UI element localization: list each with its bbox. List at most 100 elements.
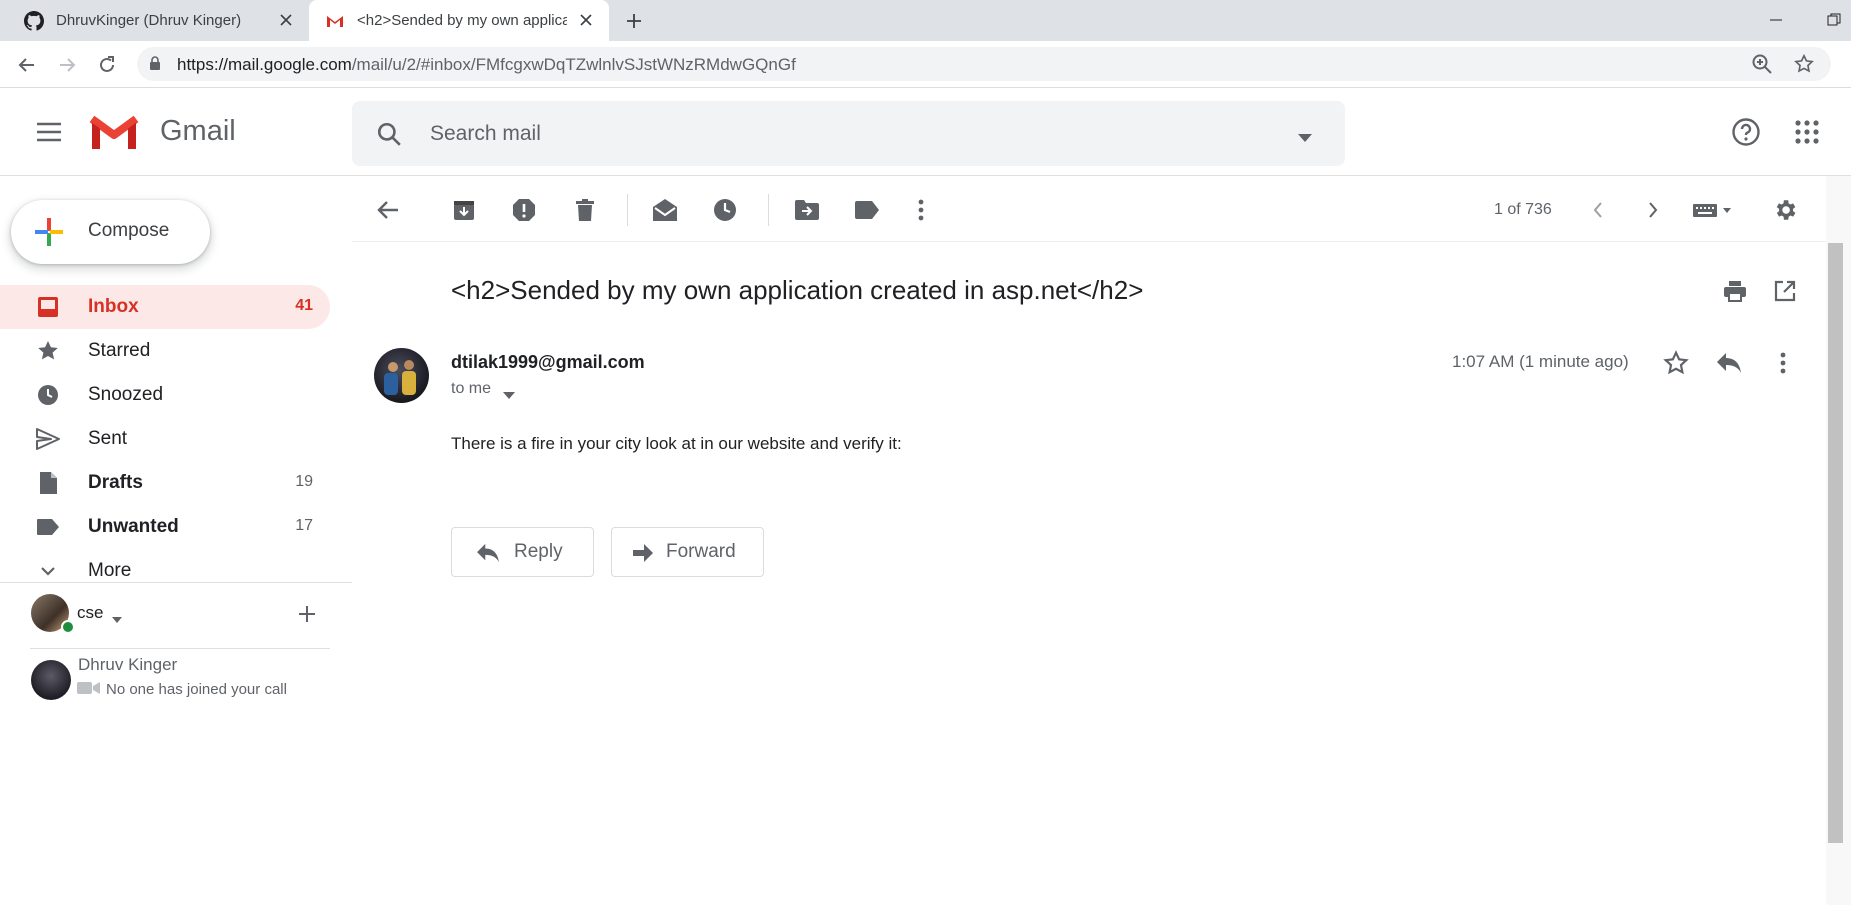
lock-icon <box>149 56 161 76</box>
sidebar-nav: Inbox 41 Starred Snoozed Sent Drafts 19 … <box>0 285 330 593</box>
label-as-icon[interactable] <box>853 196 881 224</box>
compose-button[interactable]: Compose <box>11 200 210 264</box>
gmail-wordmark[interactable]: Gmail <box>160 115 236 148</box>
move-to-icon[interactable] <box>793 196 821 224</box>
show-details-caret-icon[interactable] <box>503 386 515 404</box>
main-menu-icon[interactable] <box>34 119 64 145</box>
toolbar-divider <box>627 194 628 226</box>
tab-title: <h2>Sended by my own application created… <box>357 12 567 29</box>
url-text: https://mail.google.com/mail/u/2/#inbox/… <box>177 55 796 75</box>
close-tab-icon[interactable] <box>577 11 595 29</box>
search-bar[interactable] <box>352 101 1345 166</box>
back-to-inbox-icon[interactable] <box>374 196 402 224</box>
older-chevron-icon[interactable] <box>1639 196 1667 224</box>
new-tab-icon[interactable] <box>622 9 646 33</box>
browser-tab-bar: DhruvKinger (Dhruv Kinger) <h2>Sended by… <box>0 0 1851 41</box>
back-arrow-icon[interactable] <box>13 51 41 79</box>
search-options-caret-icon[interactable] <box>1298 129 1312 147</box>
address-bar-row: https://mail.google.com/mail/u/2/#inbox/… <box>0 41 1851 88</box>
forward-button[interactable]: Forward <box>611 527 764 577</box>
forward-label: Forward <box>666 541 736 562</box>
reply-icon[interactable] <box>1715 349 1743 377</box>
sidebar-item-snoozed[interactable]: Snoozed <box>0 373 330 417</box>
zoom-icon[interactable] <box>1751 53 1773 75</box>
chevron-down-icon <box>36 559 60 583</box>
compose-plus-icon <box>33 216 65 248</box>
compose-label: Compose <box>88 220 170 241</box>
scrollbar-thumb[interactable] <box>1828 243 1843 843</box>
forward-arrow-icon[interactable] <box>53 51 81 79</box>
gmail-icon <box>325 11 345 31</box>
star-icon <box>36 339 60 363</box>
report-spam-icon[interactable] <box>510 196 538 224</box>
minimize-icon[interactable] <box>1764 8 1788 32</box>
gmail-header: Gmail <box>0 89 1851 176</box>
browser-tab-gmail[interactable]: <h2>Sended by my own application created… <box>309 0 609 41</box>
sidebar-item-label: Inbox <box>88 296 139 317</box>
delete-icon[interactable] <box>571 196 599 224</box>
more-actions-icon[interactable] <box>907 196 935 224</box>
open-in-new-window-icon[interactable] <box>1772 278 1798 304</box>
hangouts-user-name[interactable]: cse <box>77 603 103 623</box>
draft-count: 19 <box>295 473 313 490</box>
add-contact-icon[interactable] <box>297 604 317 624</box>
url-field[interactable]: https://mail.google.com/mail/u/2/#inbox/… <box>137 47 1831 81</box>
input-tools-keyboard-icon[interactable] <box>1689 196 1739 224</box>
reply-icon <box>476 543 500 569</box>
label-count: 17 <box>295 517 313 534</box>
sidebar-item-drafts[interactable]: Drafts 19 <box>0 461 330 505</box>
sidebar-item-starred[interactable]: Starred <box>0 329 330 373</box>
recipient-text: to me <box>451 380 492 397</box>
toolbar-divider <box>768 194 769 226</box>
settings-gear-icon[interactable] <box>1771 196 1799 224</box>
send-icon <box>36 427 60 451</box>
archive-icon[interactable] <box>450 196 478 224</box>
sidebar-item-sent[interactable]: Sent <box>0 417 330 461</box>
sender-avatar[interactable] <box>374 348 429 403</box>
newer-chevron-icon[interactable] <box>1584 196 1612 224</box>
help-icon[interactable] <box>1729 115 1763 149</box>
sender-email[interactable]: dtilak1999@gmail.com <box>451 352 645 373</box>
mark-unread-icon[interactable] <box>651 196 679 224</box>
sidebar-item-label: Unwanted <box>88 516 179 537</box>
bookmark-star-icon[interactable] <box>1793 53 1815 75</box>
url-path: /mail/u/2/#inbox/FMfcgxwDqTZwlnlvSJstWNz… <box>351 55 796 74</box>
browser-tab-github[interactable]: DhruvKinger (Dhruv Kinger) <box>0 0 309 41</box>
contact-avatar[interactable] <box>31 660 71 700</box>
forward-icon <box>632 543 654 569</box>
sidebar-item-label: Drafts <box>88 472 143 493</box>
print-icon[interactable] <box>1722 278 1748 304</box>
reply-button[interactable]: Reply <box>451 527 594 577</box>
contact-name[interactable]: Dhruv Kinger <box>78 655 177 675</box>
sidebar-item-unwanted[interactable]: Unwanted 17 <box>0 505 330 549</box>
reload-icon[interactable] <box>93 51 121 79</box>
url-host: https://mail.google.com <box>177 55 352 74</box>
status-caret-icon[interactable] <box>112 610 122 628</box>
snooze-icon[interactable] <box>711 196 739 224</box>
email-body: There is a fire in your city look at in … <box>451 434 902 453</box>
sidebar-item-more[interactable]: More <box>0 549 330 593</box>
sidebar-item-label: Snoozed <box>88 384 164 405</box>
search-input[interactable] <box>430 117 1230 151</box>
draft-file-icon <box>36 471 60 495</box>
apps-grid-icon[interactable] <box>1790 115 1824 149</box>
search-icon[interactable] <box>376 121 402 152</box>
video-camera-icon <box>77 681 101 700</box>
unread-count: 41 <box>295 297 313 314</box>
clock-icon <box>36 383 60 407</box>
tab-title: DhruvKinger (Dhruv Kinger) <box>56 12 242 29</box>
close-tab-icon[interactable] <box>277 11 295 29</box>
message-more-icon[interactable] <box>1769 349 1797 377</box>
sidebar-item-label: More <box>88 560 132 581</box>
contact-status: No one has joined your call <box>106 681 287 698</box>
star-message-icon[interactable] <box>1662 349 1690 377</box>
message-timestamp: 1:07 AM (1 minute ago) <box>1452 352 1629 371</box>
sidebar-item-label: Sent <box>88 428 128 449</box>
inbox-icon <box>36 295 60 319</box>
reply-label: Reply <box>514 541 563 562</box>
restore-icon[interactable] <box>1822 8 1846 32</box>
gmail-logo-icon[interactable] <box>88 113 140 153</box>
sidebar-item-inbox[interactable]: Inbox 41 <box>0 285 330 329</box>
github-icon <box>24 10 44 31</box>
message-toolbar: 1 of 736 <box>352 176 1830 242</box>
